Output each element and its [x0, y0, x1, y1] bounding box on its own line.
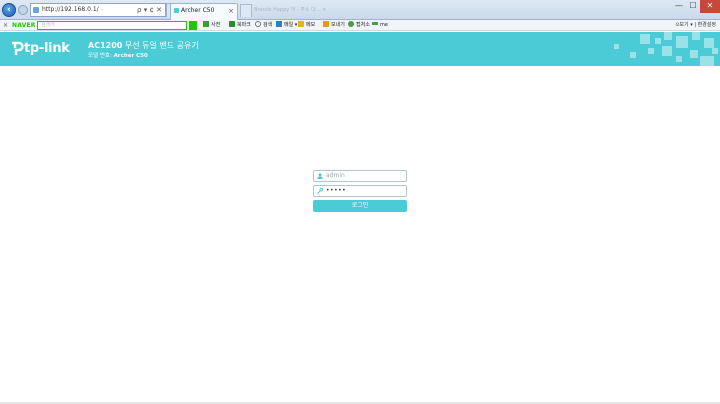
naver-logo[interactable]: NAVER [12, 20, 36, 31]
toolbar-item-me[interactable]: me [372, 20, 388, 31]
tab-title: Archer C50 [181, 7, 215, 14]
browser-window: ‹ http://192.168.0.1/ - ρ ▾ ¢ ✕ Archer C… [0, 0, 720, 404]
address-text: http://192.168.0.1/ [42, 6, 99, 13]
login-form: admin ••••• 로그인 [313, 170, 407, 212]
toolbar-view-settings[interactable]: ⊙보기 ▾ | 환경설정 [675, 20, 716, 31]
model-number: 모델 번호: Archer C50 [88, 51, 148, 59]
tp-link-tab-icon [174, 8, 179, 13]
toolbar-item-mail[interactable]: 메일 ▾ [276, 20, 297, 31]
tab-archer-c50[interactable]: Archer C50 × [170, 3, 238, 20]
naver-toolbar: × NAVER 검색어 사전 북마크 검색 메일 ▾ 메모 보내기 캡처소 me… [0, 20, 720, 31]
product-name: 무선 듀얼 밴드 공유기 [122, 41, 199, 50]
toolbar-item-search[interactable]: 검색 [255, 20, 272, 31]
toolbar-item-capture[interactable]: 캡처소 [348, 20, 370, 31]
address-suffix: - [98, 6, 103, 13]
username-field[interactable]: admin [313, 170, 407, 182]
forward-button[interactable] [18, 5, 28, 15]
close-window-button[interactable]: ✕ [700, 0, 720, 13]
password-value: ••••• [326, 187, 347, 194]
address-tools-icon[interactable]: ρ ▾ ¢ ✕ [137, 4, 162, 16]
back-button[interactable]: ‹ [2, 3, 16, 17]
password-field[interactable]: ••••• [313, 185, 407, 197]
page-icon [33, 7, 39, 13]
router-header: tp-link AC1200 무선 듀얼 밴드 공유기 모델 번호: Arche… [0, 32, 720, 66]
memo-icon [298, 21, 304, 27]
product-model: AC1200 [88, 41, 123, 50]
logo-text: tp-link [24, 41, 70, 56]
toolbar-item-memo[interactable]: 메모 [298, 20, 315, 31]
toolbar-item-bookmark[interactable]: 북마크 [229, 20, 251, 31]
tp-link-logo-icon [12, 41, 24, 55]
user-icon [317, 173, 323, 179]
dictionary-icon [203, 21, 209, 27]
mail-icon [276, 21, 282, 27]
me-icon [372, 22, 378, 25]
browser-title-bar: ‹ http://192.168.0.1/ - ρ ▾ ¢ ✕ Archer C… [0, 0, 720, 20]
key-icon [348, 21, 354, 27]
toolbar-item-send[interactable]: 보내기 [323, 20, 345, 31]
naver-search-button[interactable] [189, 21, 197, 30]
naver-search-input[interactable]: 검색어 [37, 21, 187, 30]
model-label: 모델 번호: [88, 53, 114, 59]
address-bar[interactable]: http://192.168.0.1/ - ρ ▾ ¢ ✕ [30, 3, 166, 17]
folder-icon [323, 21, 329, 27]
magnifier-icon [255, 21, 261, 27]
minimize-button[interactable]: — [672, 0, 686, 13]
star-icon [229, 21, 235, 27]
background-tab-text: Brands Happy 아 - 주소 다... × [254, 7, 327, 13]
key-icon [317, 188, 323, 194]
toolbar-close-icon[interactable]: × [3, 20, 8, 31]
model-value: Archer C50 [113, 53, 148, 59]
username-placeholder: admin [326, 172, 345, 179]
new-tab-button[interactable] [240, 4, 252, 17]
toolbar-item-dictionary[interactable]: 사전 [203, 20, 220, 31]
product-title: AC1200 무선 듀얼 밴드 공유기 [88, 40, 199, 51]
tab-close-icon[interactable]: × [228, 4, 234, 18]
login-button[interactable]: 로그인 [313, 200, 407, 212]
maximize-button[interactable]: ☐ [686, 0, 700, 13]
